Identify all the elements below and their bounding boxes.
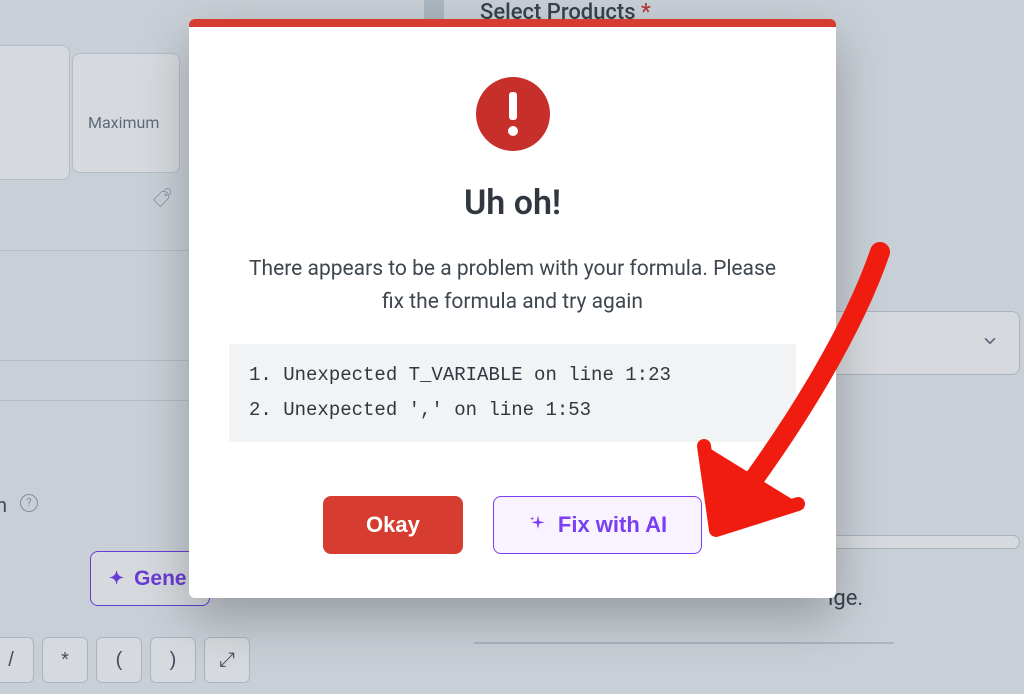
- error-line: 2. Unexpected ',' on line 1:53: [249, 399, 591, 421]
- dialog-message: There appears to be a problem with your …: [241, 253, 784, 318]
- okay-button[interactable]: Okay: [323, 496, 463, 554]
- error-list: 1. Unexpected T_VARIABLE on line 1:23 2.…: [229, 344, 796, 442]
- sparkle-icon: [528, 514, 548, 537]
- okay-button-label: Okay: [366, 512, 420, 538]
- dialog-title: Uh oh!: [235, 183, 790, 223]
- error-line: 1. Unexpected T_VARIABLE on line 1:23: [249, 364, 671, 386]
- error-dialog: Uh oh! There appears to be a problem wit…: [189, 19, 836, 598]
- fix-with-ai-button-label: Fix with AI: [558, 512, 667, 538]
- alert-icon: [476, 77, 550, 151]
- fix-with-ai-button[interactable]: Fix with AI: [493, 496, 702, 554]
- dialog-button-row: Okay Fix with AI: [235, 496, 790, 554]
